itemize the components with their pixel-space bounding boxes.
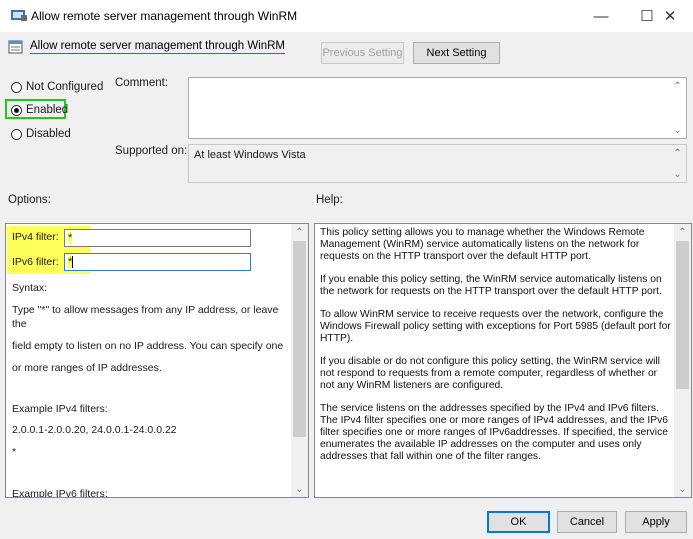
radio-label: Disabled: [26, 128, 71, 140]
setting-title: Allow remote server management through W…: [30, 40, 286, 54]
help-paragraph: If you enable this policy setting, the W…: [320, 274, 662, 297]
radio-label: Not Configured: [26, 81, 104, 93]
supported-scrollbar[interactable]: ⌃ ⌄: [669, 145, 686, 182]
radio-circle: [11, 128, 22, 140]
radio-circle: [11, 104, 22, 116]
setting-icon: [8, 40, 24, 54]
help-paragraph: To allow WinRM service to receive reques…: [320, 309, 671, 344]
supported-box: At least Windows Vista ⌃ ⌄: [188, 144, 687, 183]
help-paragraph: The service listens on the addresses spe…: [320, 403, 668, 462]
comment-textarea[interactable]: ⌃ ⌄: [188, 77, 687, 139]
help-scrollbar[interactable]: ⌃ ⌄: [674, 224, 691, 497]
help-paragraph: This policy setting allows you to manage…: [320, 227, 645, 262]
scroll-down-icon[interactable]: ⌄: [291, 481, 308, 497]
options-scroll-thumb[interactable]: [293, 241, 306, 437]
supported-label: Supported on:: [115, 145, 188, 157]
close-button[interactable]: ✕: [647, 0, 693, 32]
help-scroll-thumb[interactable]: [676, 241, 689, 389]
options-panel: IPv4 filter: * IPv6 filter: * Syntax: Ty…: [5, 223, 309, 498]
options-line: Example IPv6 filters:: [12, 488, 108, 498]
options-line: Type "*" to allow messages from any IP a…: [12, 304, 279, 316]
radio-disabled[interactable]: Disabled: [11, 128, 71, 140]
scroll-up-icon[interactable]: ⌃: [669, 78, 686, 94]
apply-button[interactable]: Apply: [625, 511, 687, 533]
ipv6-filter-label: IPv6 filter:: [12, 256, 59, 268]
ipv4-filter-input[interactable]: *: [64, 229, 251, 247]
help-paragraph: If you disable or do not configure this …: [320, 356, 660, 391]
help-text: This policy setting allows you to manage…: [320, 227, 673, 474]
scroll-up-icon[interactable]: ⌃: [669, 145, 686, 161]
policy-app-icon: [10, 8, 28, 22]
options-scrollbar[interactable]: ⌃ ⌄: [291, 224, 308, 497]
radio-circle: [11, 81, 22, 93]
comment-label: Comment:: [115, 77, 169, 89]
scroll-down-icon[interactable]: ⌄: [669, 122, 686, 138]
window-title: Allow remote server management through W…: [31, 9, 298, 23]
scroll-down-icon[interactable]: ⌄: [674, 481, 691, 497]
help-panel: This policy setting allows you to manage…: [314, 223, 692, 498]
radio-label: Enabled: [26, 104, 69, 116]
options-line: 2.0.0.1-2.0.0.20, 24.0.0.1-24.0.0.22: [12, 424, 177, 436]
options-line: or more ranges of IP addresses.: [12, 362, 162, 374]
ipv4-filter-label: IPv4 filter:: [12, 231, 59, 243]
minimize-button[interactable]: —: [578, 0, 624, 32]
next-setting-button[interactable]: Next Setting: [413, 42, 500, 64]
previous-setting-button[interactable]: Previous Setting: [321, 42, 404, 64]
title-bar: Allow remote server management through W…: [0, 0, 693, 32]
ipv4-filter-value: *: [68, 232, 73, 244]
options-line: the: [12, 318, 27, 330]
cancel-button[interactable]: Cancel: [557, 511, 617, 533]
options-heading: Options:: [8, 194, 51, 206]
radio-enabled[interactable]: Enabled: [11, 104, 68, 116]
scroll-up-icon[interactable]: ⌃: [291, 224, 308, 240]
scroll-down-icon[interactable]: ⌄: [669, 166, 686, 182]
options-line: field empty to listen on no IP address. …: [12, 340, 284, 352]
ipv6-filter-input[interactable]: *: [64, 253, 251, 271]
options-line: Example IPv4 filters:: [12, 403, 108, 415]
help-heading: Help:: [316, 194, 343, 206]
comment-scrollbar[interactable]: ⌃ ⌄: [669, 78, 686, 138]
options-line: *: [12, 446, 17, 458]
scroll-up-icon[interactable]: ⌃: [674, 224, 691, 240]
supported-value: At least Windows Vista: [194, 149, 306, 161]
radio-not-configured[interactable]: Not Configured: [11, 81, 103, 93]
text-cursor: [72, 256, 74, 269]
options-line: Syntax:: [12, 282, 48, 294]
ok-button[interactable]: OK: [487, 511, 550, 533]
